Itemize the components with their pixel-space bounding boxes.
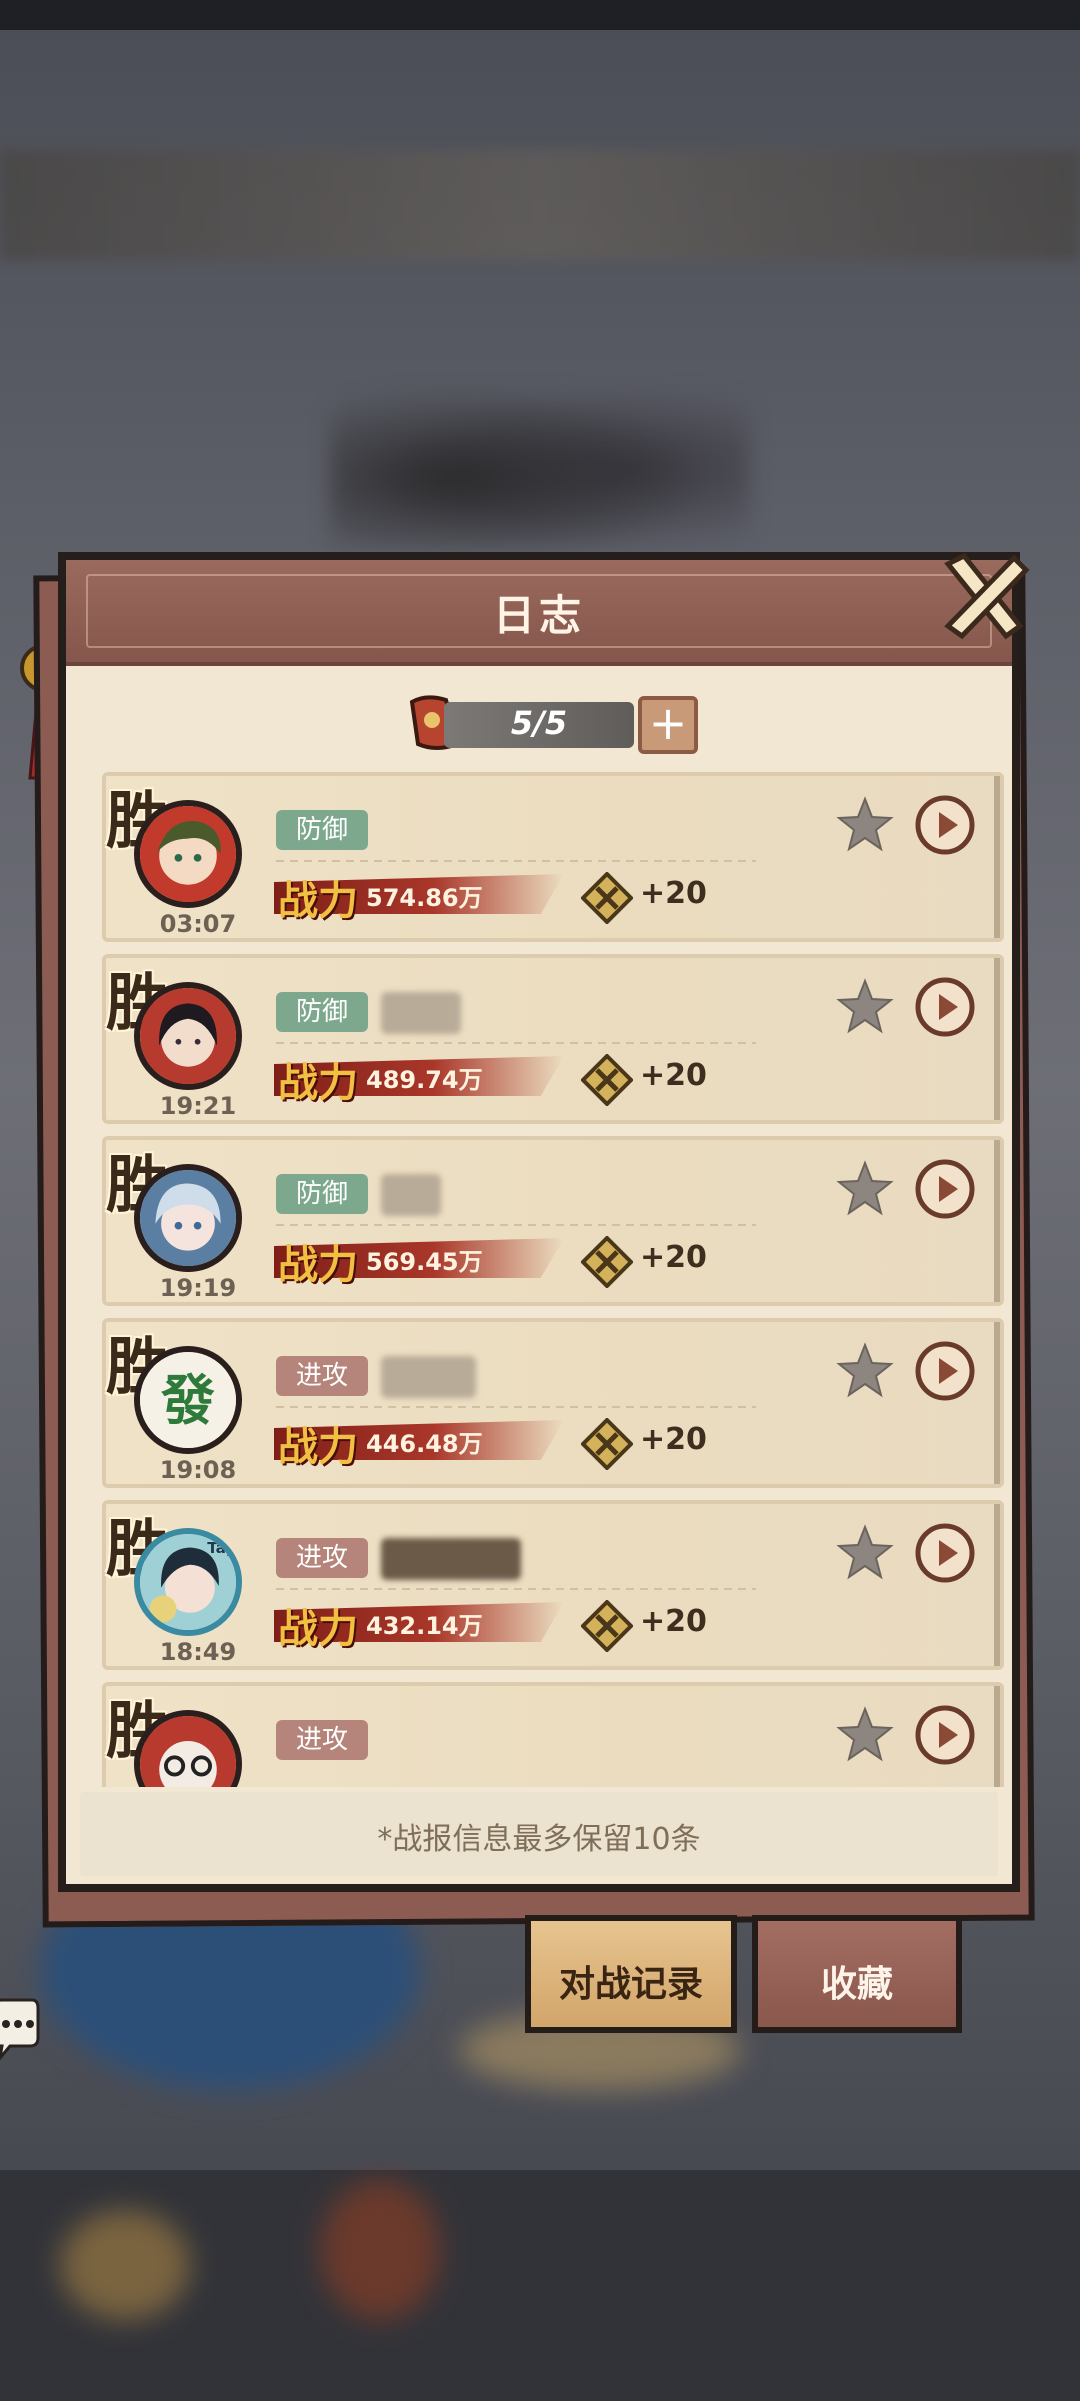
status-bar [0,0,1080,30]
divider [276,860,756,862]
power-banner: 战力 574.86万 [274,868,564,924]
replay-play-icon[interactable] [914,976,976,1038]
power-banner: 战力 489.74万 [274,1050,564,1106]
mode-tag: 防御 [276,1174,368,1214]
list-item[interactable]: 胜 03:07 防御 战力 574.86万 +20 [102,772,1004,942]
list-item[interactable]: 胜 Tap 18:49 进攻 战力 432.14万 +20 [102,1500,1004,1670]
crossed-swords-icon [581,872,633,924]
back-arrow-icon [60,2210,190,2320]
player-name-redacted [381,1538,521,1580]
crossed-swords-icon [581,1600,633,1652]
background-banner [0,150,1080,260]
tab-favorites[interactable]: 收藏 [752,1915,962,2033]
reward-value: +20 [640,876,707,911]
tab-battle-records[interactable]: 对战记录 [525,1915,737,2033]
star-icon[interactable] [836,1706,894,1764]
battle-time: 19:21 [159,1092,237,1120]
opponent-avatar [134,982,242,1090]
star-icon[interactable] [836,796,894,854]
list-item[interactable]: 胜 进攻 [102,1682,1004,1787]
dialog-title: 日志 [492,591,585,640]
divider [276,1042,756,1044]
dialog-footer: *战报信息最多保留10条 [80,1792,998,1876]
divider [276,1588,756,1590]
opponent-avatar [134,800,242,908]
power-label: 战力 [278,1605,358,1652]
mode-tag: 防御 [276,810,368,850]
record-counter: 5/5 + [406,692,706,754]
opponent-avatar [134,1164,242,1272]
replay-play-icon[interactable] [914,1158,976,1220]
power-value: 574.86万 [366,884,483,912]
svg-text:發: 發 [160,1369,215,1432]
battle-log-dialog: 日志 5/5 + 胜 03:07 防御 战力 574.86万 +20 胜 19:… [58,552,1030,1892]
power-label: 战力 [278,1059,358,1106]
tab-battle-records-label: 对战记录 [558,1964,703,2005]
replay-play-icon[interactable] [914,1522,976,1584]
crossed-swords-icon [581,1054,633,1106]
reward-value: +20 [640,1604,707,1639]
replay-play-icon[interactable] [914,1704,976,1766]
chat-bubble-icon[interactable] [0,1998,40,2062]
retention-note: *战报信息最多保留10条 [377,1822,701,1857]
opponent-avatar: Tap [134,1528,242,1636]
background-nav-icon [320,2180,440,2320]
replay-play-icon[interactable] [914,794,976,856]
mode-tag: 防御 [276,992,368,1032]
power-value: 432.14万 [366,1612,483,1640]
tab-favorites-label: 收藏 [820,1964,893,2005]
reward-value: +20 [640,1240,707,1275]
reward-value: +20 [640,1422,707,1457]
reward-value: +20 [640,1058,707,1093]
svg-text:Tap: Tap [207,1539,236,1557]
mode-tag: 进攻 [276,1720,368,1760]
add-slot-button[interactable]: + [638,696,698,754]
list-item[interactable]: 胜 19:19 防御 战力 569.45万 +20 [102,1136,1004,1306]
opponent-avatar: 發 [134,1346,242,1454]
close-icon[interactable] [934,546,1034,646]
dialog-header: 日志 [66,560,1012,666]
battle-time: 19:19 [159,1274,237,1302]
power-value: 489.74万 [366,1066,483,1094]
background-characters [330,370,750,550]
divider [276,1406,756,1408]
mode-tag: 进攻 [276,1538,368,1578]
crossed-swords-icon [581,1418,633,1470]
crossed-swords-icon [581,1236,633,1288]
star-icon[interactable] [836,1160,894,1218]
power-value: 569.45万 [366,1248,483,1276]
star-icon[interactable] [836,1524,894,1582]
power-value: 446.48万 [366,1430,483,1458]
battle-time: 03:07 [159,910,237,938]
battle-time: 18:49 [159,1638,237,1666]
counter-text: 5/5 [510,704,568,742]
divider [276,1224,756,1226]
battle-record-list[interactable]: 胜 03:07 防御 战力 574.86万 +20 胜 19:21 防御 战力 … [102,772,1004,1787]
player-name-redacted [381,992,461,1034]
power-banner: 战力 446.48万 [274,1414,564,1470]
battle-time: 19:08 [159,1456,237,1484]
list-item[interactable]: 胜 發 19:08 进攻 战力 446.48万 +20 [102,1318,1004,1488]
player-name-redacted [381,1174,441,1216]
power-label: 战力 [278,1241,358,1288]
power-banner: 战力 569.45万 [274,1232,564,1288]
mode-tag: 进攻 [276,1356,368,1396]
star-icon[interactable] [836,978,894,1036]
power-banner: 战力 432.14万 [274,1596,564,1652]
star-icon[interactable] [836,1342,894,1400]
list-item[interactable]: 胜 19:21 防御 战力 489.74万 +20 [102,954,1004,1124]
replay-play-icon[interactable] [914,1340,976,1402]
player-name-redacted [381,1356,476,1398]
power-label: 战力 [278,1423,358,1470]
power-label: 战力 [278,877,358,924]
